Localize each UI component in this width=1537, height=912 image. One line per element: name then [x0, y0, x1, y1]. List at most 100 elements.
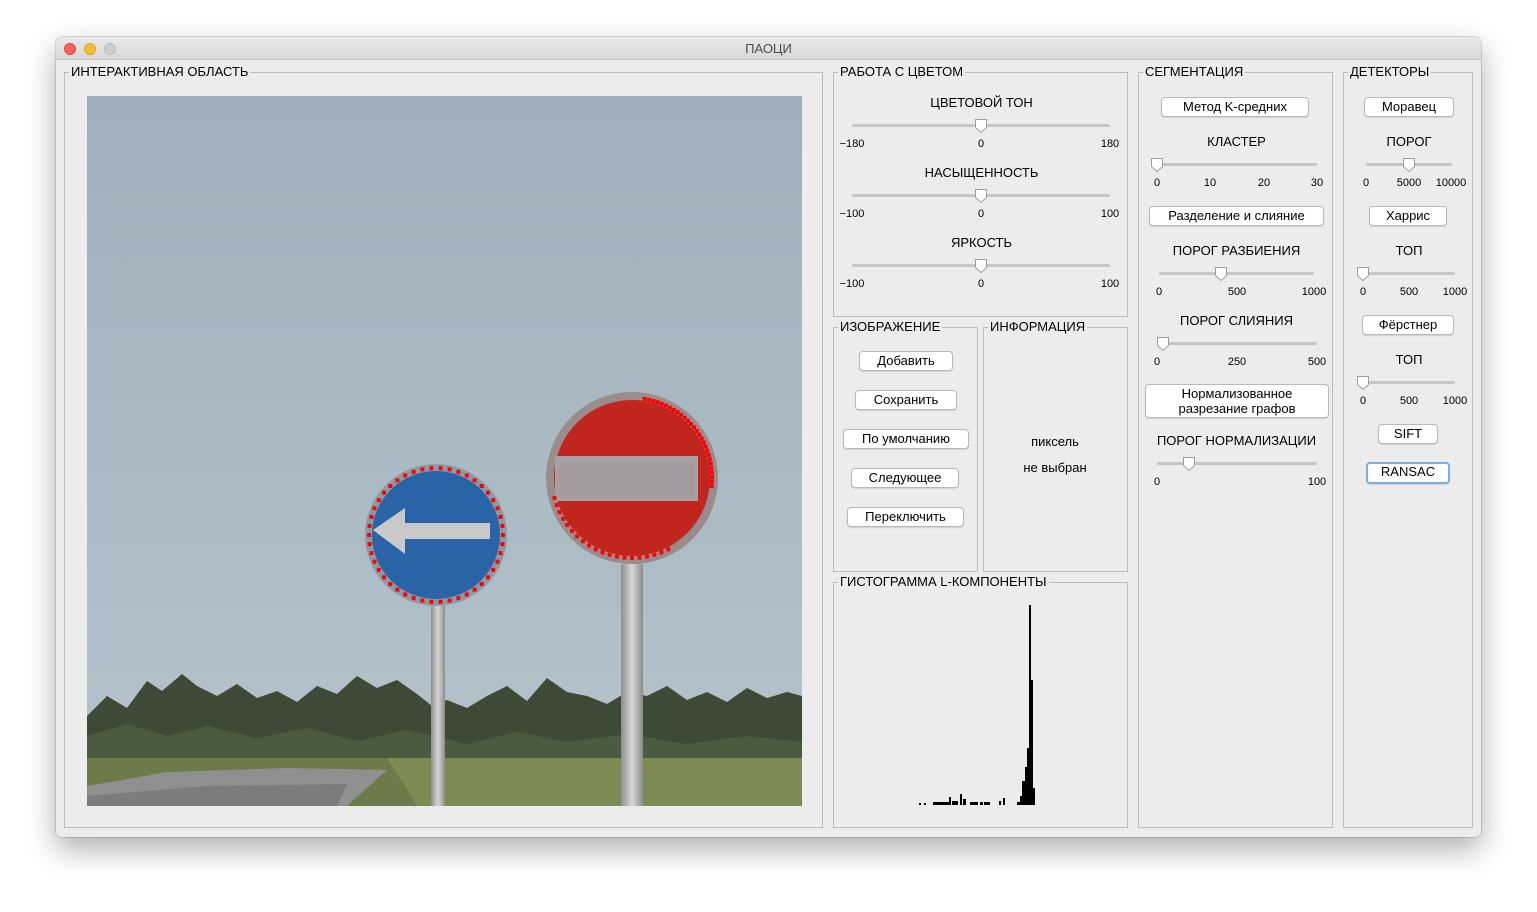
- split-threshold-slider-thumb[interactable]: [1214, 266, 1228, 282]
- top1-slider-thumb[interactable]: [1356, 266, 1370, 282]
- forstner-button[interactable]: Фёрстнер: [1362, 315, 1454, 335]
- brightness-min-tick: −100: [839, 278, 865, 290]
- keypoint-marker: [486, 490, 490, 495]
- keypoint-marker: [630, 556, 634, 560]
- keypoint-marker: [420, 467, 425, 472]
- keypoint-marker: [709, 479, 714, 484]
- image-panel-title: ИЗОБРАЖЕНИЕ: [838, 319, 943, 335]
- cluster-slider-track[interactable]: [1157, 163, 1317, 166]
- keypoint-marker: [637, 555, 642, 560]
- threshold-label: ПОРОГ: [1386, 134, 1432, 149]
- split-merge-button[interactable]: Разделение и слияние: [1149, 206, 1324, 226]
- image-panel: ИЗОБРАЖЕНИЕ Добавить Сохранить По умолча…: [833, 319, 978, 572]
- l-histogram-plot: [919, 605, 1035, 805]
- keypoint-marker: [675, 410, 680, 415]
- keypoint-marker: [615, 554, 619, 559]
- interactive-area-panel: ИНТЕРАКТИВНАЯ ОБЛАСТЬ: [64, 64, 823, 828]
- cluster-label: КЛАСТЕР: [1207, 134, 1266, 149]
- keypoint-marker: [491, 498, 496, 503]
- saturation-slider-thumb[interactable]: [974, 188, 988, 204]
- keypoint-marker: [646, 397, 651, 402]
- keypoint-marker: [491, 567, 496, 572]
- keypoint-marker: [593, 547, 598, 552]
- keypoint-marker: [652, 552, 657, 557]
- kmeans-button[interactable]: Метод K-средних: [1161, 97, 1309, 117]
- keypoint-marker: [701, 440, 706, 445]
- image-canvas[interactable]: [87, 96, 802, 806]
- app-window: ПАОЦИ ИНТЕРАКТИВНАЯ ОБЛАСТЬ РАБОТА С ЦВЕ…: [56, 37, 1481, 837]
- keypoint-marker: [709, 470, 714, 475]
- keypoint-marker: [709, 484, 714, 489]
- top2-slider-track[interactable]: [1363, 381, 1455, 384]
- keypoint-marker: [552, 495, 557, 500]
- top1-label: ТОП: [1395, 243, 1423, 258]
- merge-threshold-slider-thumb[interactable]: [1156, 336, 1170, 352]
- save-image-button[interactable]: Сохранить: [855, 390, 957, 410]
- keypoint-marker: [472, 587, 477, 592]
- top2-slider-thumb[interactable]: [1356, 375, 1370, 391]
- keypoint-marker: [707, 457, 712, 462]
- keypoint-marker: [464, 592, 469, 597]
- keypoint-marker: [382, 490, 386, 495]
- pixel-info-line2: не выбран: [1023, 460, 1087, 475]
- keypoint-marker: [622, 555, 627, 560]
- keypoint-marker: [367, 542, 372, 547]
- keypoint-marker: [429, 466, 434, 471]
- keypoint-marker: [498, 551, 503, 556]
- keypoint-marker: [498, 514, 503, 519]
- top1-slider-track[interactable]: [1363, 272, 1455, 275]
- reset-default-button[interactable]: По умолчанию: [843, 429, 969, 449]
- moravec-button[interactable]: Моравец: [1364, 97, 1454, 117]
- merge-threshold-slider-track[interactable]: [1157, 342, 1317, 345]
- top1-min-tick: 0: [1359, 286, 1367, 298]
- merge-threshold-label: ПОРОГ СЛИЯНИЯ: [1180, 313, 1293, 328]
- next-image-button[interactable]: Следующее: [851, 468, 959, 488]
- brightness-max-tick: 100: [1100, 278, 1120, 290]
- road-signs-photo: [87, 96, 802, 806]
- top2-label: ТОП: [1395, 352, 1423, 367]
- threshold-min-tick: 0: [1362, 177, 1370, 189]
- cluster-slider-thumb[interactable]: [1150, 157, 1164, 173]
- harris-button[interactable]: Харрис: [1369, 206, 1447, 226]
- norm-threshold-slider-thumb[interactable]: [1182, 456, 1196, 472]
- saturation-label: НАСЫЩЕННОСТЬ: [924, 165, 1039, 180]
- hue-slider-thumb[interactable]: [974, 118, 988, 134]
- cluster-tick-30: 30: [1310, 177, 1324, 189]
- info-panel: ИНФОРМАЦИЯ пиксель не выбран: [983, 319, 1128, 572]
- merge-threshold-mid-tick: 250: [1227, 356, 1247, 368]
- keypoint-marker: [447, 598, 452, 603]
- keypoint-marker: [694, 429, 699, 433]
- hue-label: ЦВЕТОВОЙ ТОН: [930, 95, 1033, 110]
- norm-threshold-slider-track[interactable]: [1157, 462, 1317, 465]
- normalized-cut-button[interactable]: Нормализованное разрезание графов: [1145, 384, 1329, 418]
- keypoint-marker: [561, 516, 566, 521]
- normalized-cut-label-line1: Нормализованное: [1181, 386, 1293, 401]
- keypoint-marker: [667, 405, 672, 410]
- keypoint-marker: [438, 599, 443, 604]
- threshold-slider-thumb[interactable]: [1402, 157, 1416, 173]
- keypoint-marker: [411, 469, 416, 474]
- ransac-button[interactable]: RANSAC: [1366, 462, 1450, 484]
- detectors-panel: ДЕТЕКТОРЫ Моравец ПОРОГ 0 5000 10000 Хар…: [1343, 64, 1473, 828]
- threshold-max-tick: 10000: [1435, 177, 1467, 189]
- keypoint-marker: [464, 473, 469, 478]
- keypoint-marker: [642, 397, 647, 401]
- keypoint-marker: [557, 510, 562, 515]
- keypoint-marker: [388, 484, 393, 488]
- hue-max-tick: 180: [1100, 138, 1120, 150]
- split-threshold-min-tick: 0: [1155, 286, 1163, 298]
- keypoint-marker: [655, 400, 660, 405]
- saturation-max-tick: 100: [1100, 208, 1120, 220]
- window-title: ПАОЦИ: [745, 41, 792, 56]
- norm-threshold-label: ПОРОГ НОРМАЛИЗАЦИИ: [1156, 433, 1317, 448]
- keypoint-marker: [697, 432, 702, 437]
- add-image-button[interactable]: Добавить: [859, 351, 953, 371]
- split-threshold-slider-track[interactable]: [1159, 272, 1314, 275]
- color-panel: РАБОТА С ЦВЕТОМ ЦВЕТОВОЙ ТОН −180 0 180 …: [833, 64, 1128, 317]
- brightness-slider-thumb[interactable]: [974, 258, 988, 274]
- toggle-button[interactable]: Переключить: [847, 507, 964, 527]
- keypoint-marker: [570, 528, 574, 533]
- keypoint-marker: [372, 506, 377, 511]
- normalized-cut-label-line2: разрезание графов: [1178, 401, 1296, 416]
- sift-button[interactable]: SIFT: [1378, 424, 1438, 444]
